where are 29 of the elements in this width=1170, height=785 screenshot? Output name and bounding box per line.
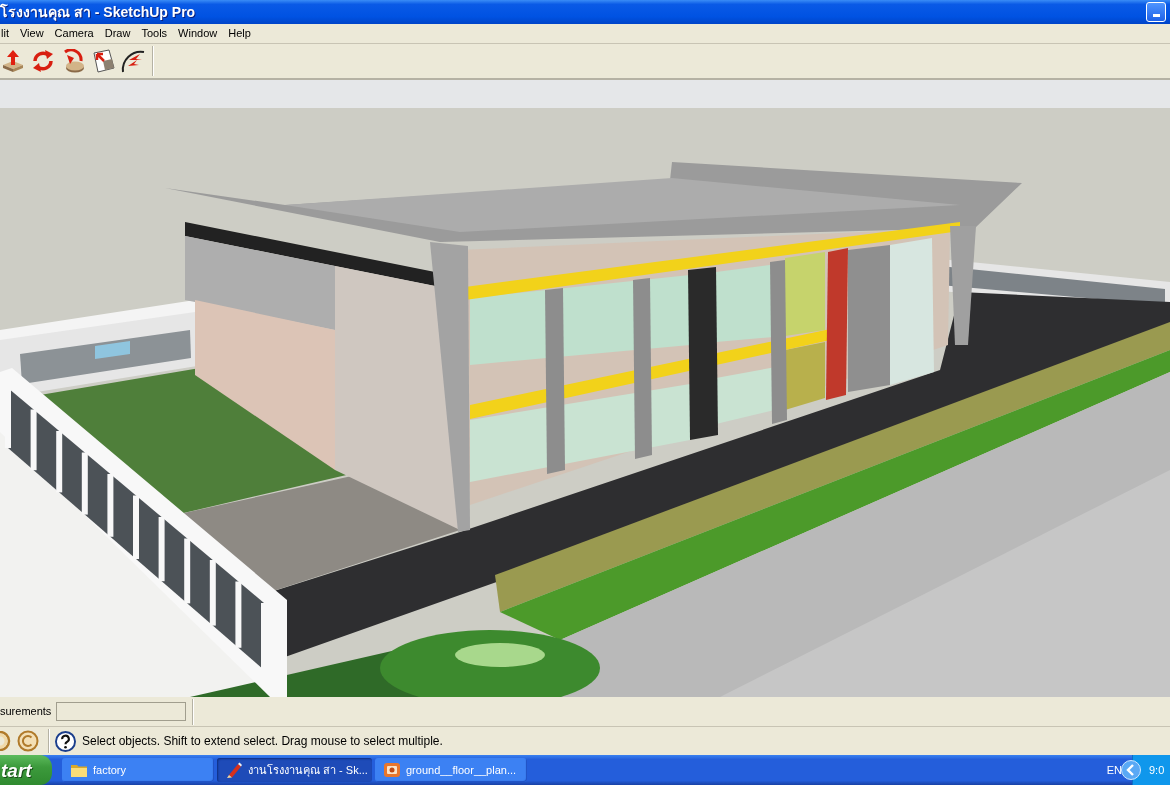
page-arrow-icon[interactable] <box>90 48 116 74</box>
language-indicator[interactable]: EN <box>1106 761 1122 779</box>
box-arrow-icon[interactable] <box>0 48 26 74</box>
menu-item[interactable]: Tools <box>140 28 169 39</box>
start-button[interactable]: tart <box>0 755 52 785</box>
measurements-field[interactable] <box>56 702 187 721</box>
rotate-arrows-icon[interactable] <box>30 48 56 74</box>
menu-item[interactable]: Draw <box>103 28 132 39</box>
minimize-button[interactable] <box>1146 2 1166 22</box>
menu-item[interactable]: lit <box>0 28 10 39</box>
pencil-icon <box>226 762 242 778</box>
window-title: โรงงานคุณ สา - SketchUp Pro <box>0 5 196 19</box>
minimize-icon <box>1152 14 1160 17</box>
menu-item[interactable]: Camera <box>53 28 95 39</box>
chevron-left-icon[interactable] <box>1121 760 1141 780</box>
menu-item[interactable]: View <box>18 28 45 39</box>
taskbar-button[interactable]: งานโรงงานคุณ สา - Sk... <box>217 758 372 782</box>
taskbar-button[interactable]: ground__floor__plan... <box>375 758 527 782</box>
arc-arrows-icon[interactable] <box>120 48 146 74</box>
copyright-icon <box>17 730 39 752</box>
folder-icon <box>71 763 87 777</box>
image-file-icon <box>384 762 400 778</box>
menu-item[interactable]: Window <box>177 28 219 39</box>
menu-item[interactable]: Help <box>227 28 252 39</box>
taskbar-button[interactable]: factory <box>62 758 214 782</box>
field-label: surements <box>0 704 52 720</box>
help-icon[interactable] <box>55 730 76 752</box>
clock: 9:0 <box>1149 762 1165 778</box>
status-hint: Select objects. Shift to extend select. Drag mouse to select multiple. <box>82 733 443 750</box>
